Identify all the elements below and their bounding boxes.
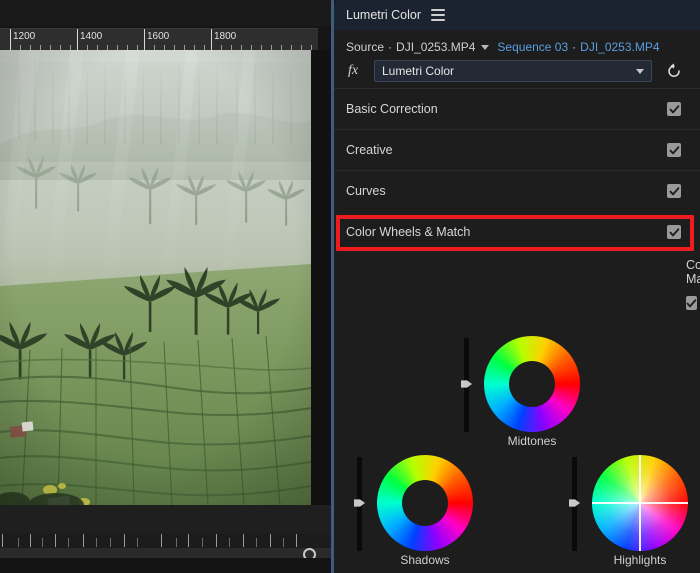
section-curves[interactable]: Curves [334,170,700,211]
ruler-label-1: 1400 [80,31,102,42]
ruler-label-0: 1200 [13,31,35,42]
program-monitor: 1200 1400 1600 1800 [0,0,331,573]
monitor-top-gap [0,0,331,26]
panel-titlebar: Lumetri Color [334,0,700,30]
face-detection-checkbox[interactable] [686,296,697,310]
reset-arrow-icon[interactable] [665,62,683,80]
chevron-down-icon[interactable] [481,45,489,50]
monitor-toolbar: 1/2 00:00:06:03 [0,505,331,533]
shadows-label: Shadows [377,553,473,567]
highlights-label: Highlights [592,553,688,567]
section-checkbox-creative[interactable] [667,143,681,157]
monitor-bottom-gap [0,558,331,573]
app-root: 1200 1400 1600 1800 [0,0,700,573]
section-label: Curves [346,184,386,198]
section-basic-correction[interactable]: Basic Correction [334,88,700,129]
video-preview[interactable] [0,50,311,505]
chevron-down-icon [636,69,644,74]
video-frame-image [0,50,311,505]
horizontal-ruler[interactable]: 1200 1400 1600 1800 [0,28,318,50]
breadcrumb-sequence-clip[interactable]: DJI_0253.MP4 [580,40,659,54]
section-checkbox-basic-correction[interactable] [667,102,681,116]
section-label: Creative [346,143,393,157]
section-label: Basic Correction [346,102,438,116]
effect-row: fx Lumetri Color [334,60,700,84]
midtones-color-wheel[interactable] [484,336,580,432]
wheel-group-midtones: Midtones [456,336,586,448]
fx-icon: fx [348,63,358,79]
breadcrumb-source-label: Source [346,40,384,54]
ruler-label-2: 1600 [147,31,169,42]
highlights-crosshair-horizontal [592,502,688,504]
section-color-wheels-and-match[interactable]: Color Wheels & Match [334,213,700,251]
color-match-label: Color Match [686,258,700,286]
face-detection-row[interactable]: Face Detection [686,289,700,317]
timeline-track[interactable] [0,548,331,558]
effect-name: Lumetri Color [382,64,454,78]
wheel-group-highlights: Highlights [564,455,694,567]
ruler-label-3: 1800 [214,31,236,42]
lumetri-color-panel: Lumetri Color Source · DJI_0253.MP4 Sequ… [331,0,700,573]
hamburger-menu-icon[interactable] [431,9,445,21]
breadcrumb-separator-1: · [388,40,392,54]
section-label: Color Wheels & Match [346,225,470,239]
midtones-wheel-center[interactable] [509,361,555,407]
panel-accent-stripe [331,0,334,573]
wheel-group-shadows: Shadows [349,455,479,567]
midtones-label: Midtones [484,434,580,448]
shadows-wheel-center[interactable] [402,480,448,526]
section-creative[interactable]: Creative [334,129,700,170]
breadcrumb-separator-2: · [572,40,576,54]
breadcrumb-sequence-label[interactable]: Sequence 03 [497,40,568,54]
section-checkbox-color-wheels-and-match[interactable] [667,225,681,239]
monitor-letterbox-right [311,50,331,505]
breadcrumb-source-clip[interactable]: DJI_0253.MP4 [396,40,475,54]
panel-title: Lumetri Color [346,8,421,22]
highlights-color-wheel[interactable] [592,455,688,551]
effect-dropdown[interactable]: Lumetri Color [374,60,652,82]
shadows-color-wheel[interactable] [377,455,473,551]
breadcrumb: Source · DJI_0253.MP4 Sequence 03 · DJI_… [334,36,700,58]
section-checkbox-curves[interactable] [667,184,681,198]
